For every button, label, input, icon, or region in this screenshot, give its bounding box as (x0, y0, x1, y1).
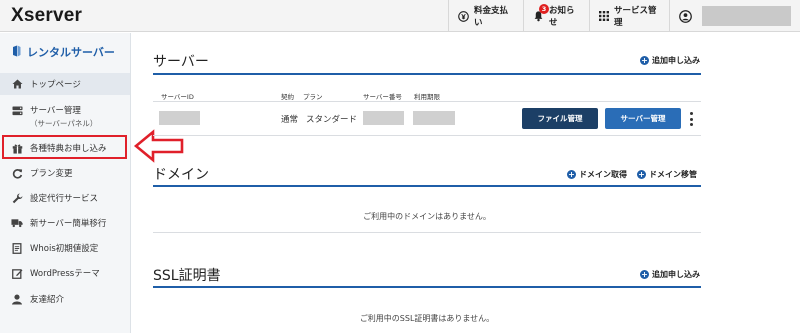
domain-section-title: ドメイン (153, 167, 209, 183)
user-name-redacted (702, 6, 791, 26)
sidebar-item-plan-change[interactable]: プラン変更 (0, 163, 130, 183)
highlight-box (2, 135, 127, 159)
news-link[interactable]: 3 お知らせ (523, 0, 589, 32)
ssl-add-link[interactable]: + 追加申し込み (640, 269, 700, 280)
wrench-icon (11, 193, 23, 204)
edit-icon (11, 268, 23, 279)
document-icon (11, 242, 23, 254)
main-content: サーバー + 追加申し込み サーバーID 契約 プラン サーバー番号 利用期限 … (131, 33, 800, 333)
home-icon (11, 79, 23, 89)
more-options-icon[interactable] (689, 112, 693, 126)
user-menu[interactable] (669, 0, 800, 32)
domain-transfer-label: ドメイン移管 (649, 170, 697, 179)
domain-empty-message: ご利用中のドメインはありません。 (153, 201, 701, 233)
sidebar-item-label: トップページ (30, 80, 81, 90)
xserver-logo[interactable]: Xserver (11, 5, 82, 27)
server-section-rule (153, 73, 701, 75)
service-management-link[interactable]: サービス管理 (589, 0, 669, 32)
plan-value: スタンダード (306, 115, 358, 125)
column-header-server-id: サーバーID (161, 93, 194, 101)
news-label: お知らせ (549, 6, 575, 28)
payment-label: 料金支払い (474, 6, 509, 28)
yen-icon (458, 10, 469, 22)
notification-badge: 3 (539, 4, 549, 14)
domain-get-label: ドメイン取得 (579, 170, 627, 179)
domain-get-link[interactable]: + ドメイン取得 (567, 169, 627, 180)
user-icon (11, 294, 23, 305)
column-header-expiry: 利用期限 (414, 93, 440, 101)
server-number-redacted (363, 111, 404, 125)
column-header-plan: プラン (303, 93, 323, 101)
table-header-divider (153, 101, 701, 102)
plus-circle-icon: + (640, 270, 649, 279)
sidebar-item-wordpress-theme[interactable]: WordPressテーマ (0, 263, 130, 283)
sidebar-item-label: 新サーバー簡単移行 (30, 219, 107, 229)
ssl-section-rule (153, 286, 701, 288)
user-circle-icon (679, 9, 692, 23)
sidebar-item-label: プラン変更 (30, 169, 73, 179)
sidebar-item-server-migration[interactable]: 新サーバー簡単移行 (0, 213, 130, 233)
ssl-add-label: 追加申し込み (652, 270, 700, 279)
expiry-redacted (413, 111, 455, 125)
refresh-icon (11, 168, 23, 179)
rental-server-icon (12, 45, 21, 60)
payment-link[interactable]: 料金支払い (448, 0, 523, 32)
server-management-button[interactable]: サーバー管理 (605, 108, 681, 129)
sidebar-item-top-page[interactable]: トップページ (0, 73, 130, 95)
ssl-section-title: SSL証明書 (153, 268, 221, 284)
plus-circle-icon: + (640, 56, 649, 65)
sidebar-item-label: WordPressテーマ (30, 269, 100, 279)
server-section-title: サーバー (153, 54, 209, 70)
column-header-contract: 契約 (281, 93, 294, 101)
file-management-button[interactable]: ファイル管理 (522, 108, 598, 129)
sidebar-item-sublabel: （サーバーパネル） (30, 119, 98, 128)
column-header-server-number: サーバー番号 (363, 93, 402, 101)
ssl-empty-message: ご利用中のSSL証明書はありません。 (153, 303, 701, 333)
server-row-divider (153, 135, 701, 136)
sidebar-item-setup-service[interactable]: 設定代行サービス (0, 188, 130, 208)
sidebar-item-label: 友達紹介 (30, 295, 65, 305)
server-add-label: 追加申し込み (652, 56, 700, 65)
contract-value: 通常 (281, 115, 299, 125)
domain-transfer-link[interactable]: + ドメイン移管 (637, 169, 697, 180)
server-id-redacted (159, 111, 200, 125)
plus-circle-icon: + (637, 170, 646, 179)
service-management-label: サービス管理 (614, 6, 657, 28)
server-add-link[interactable]: + 追加申し込み (640, 55, 700, 66)
sidebar-item-label: 設定代行サービス (30, 194, 99, 204)
sidebar-item-whois-settings[interactable]: Whois初期値設定 (0, 238, 130, 258)
server-icon (11, 106, 23, 116)
sidebar-title-label: レンタルサーバー (27, 46, 115, 59)
grid-icon (599, 11, 609, 21)
sidebar-item-referral[interactable]: 友達紹介 (0, 289, 130, 309)
truck-icon (11, 218, 23, 228)
sidebar-item-label-group: サーバー管理 （サーバーパネル） (30, 104, 97, 129)
sidebar-item-label: サーバー管理 (30, 106, 81, 116)
domain-section-rule (153, 185, 701, 187)
sidebar-title[interactable]: レンタルサーバー (12, 44, 115, 60)
top-header: Xserver 料金支払い 3 お知らせ サービス管理 (0, 0, 800, 32)
plus-circle-icon: + (567, 170, 576, 179)
sidebar-item-label: Whois初期値設定 (30, 244, 99, 254)
sidebar-item-server-management[interactable]: サーバー管理 （サーバーパネル） (0, 100, 130, 132)
